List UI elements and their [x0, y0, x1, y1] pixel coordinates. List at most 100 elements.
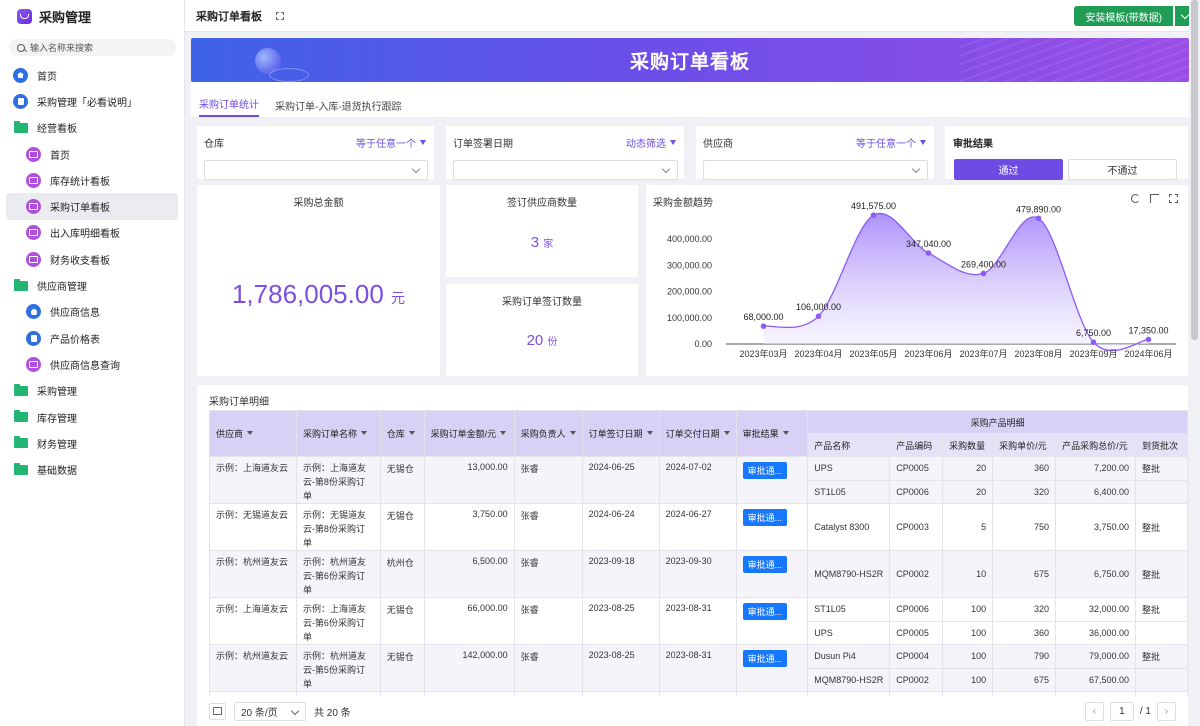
kpi-title: 采购订单签订数量 — [502, 297, 582, 308]
folder-icon — [14, 436, 28, 449]
col-header-approval[interactable]: 审批结果 — [735, 410, 809, 457]
total-count: 共 20 条 — [314, 707, 351, 719]
data-label: 6,750.00 — [1076, 328, 1111, 338]
sort-caret-icon — [247, 431, 254, 438]
expand-icon[interactable] — [276, 11, 284, 20]
sidebar-item-stock-flow-board[interactable]: 出入库明细看板 — [0, 220, 184, 246]
data-point — [925, 250, 932, 256]
sort-caret-icon — [723, 431, 730, 438]
col-header-deliver-date[interactable]: 订单交付日期 — [658, 410, 737, 457]
sidebar-folder-inventory[interactable]: 库存管理 — [0, 404, 184, 430]
approval-status-badge[interactable]: 审批通... — [742, 650, 788, 667]
col-header-order-name[interactable]: 采购订单名称 — [295, 410, 381, 457]
col-header-warehouse[interactable]: 仓库 — [379, 410, 425, 457]
col-header-total-price[interactable]: 产品采购总价/元 — [1055, 433, 1137, 457]
cell-total-price: 67,500.00 — [1055, 667, 1137, 692]
cell-batch — [1135, 479, 1188, 504]
cell-product-code: CP0005 — [889, 456, 944, 481]
sidebar-item-supplier-info[interactable]: 供应商信息 — [0, 299, 184, 325]
sort-caret-icon — [360, 431, 367, 438]
cell-supplier: 示例：上海道友云 — [209, 597, 297, 645]
sidebar-folder-finance[interactable]: 财务管理 — [0, 430, 184, 456]
col-header-product-name[interactable]: 产品名称 — [807, 433, 891, 457]
filter-operator-dropdown[interactable]: 动态筛选 — [626, 135, 676, 150]
filter-operator-dropdown[interactable]: 等于任意一个 — [856, 135, 926, 150]
data-point — [1035, 215, 1042, 222]
sidebar-item-supplier-query[interactable]: 供应商信息查询 — [0, 351, 184, 377]
sidebar-item-inventory-board[interactable]: 库存统计看板 — [0, 167, 184, 193]
app-brand[interactable]: 采购管理 — [0, 0, 184, 32]
col-header-batch[interactable]: 到货批次 — [1135, 433, 1188, 457]
cell-batch: 整批 — [1135, 550, 1188, 598]
prev-page-button[interactable]: ‹ — [1084, 701, 1104, 721]
sidebar-item-home[interactable]: 首页 — [0, 62, 184, 88]
col-header-quantity[interactable]: 采购数量 — [942, 433, 994, 457]
scroll-thumb[interactable] — [1191, 0, 1198, 340]
x-tick-label: 2023年06月 — [904, 348, 952, 359]
col-header-supplier[interactable]: 供应商 — [209, 410, 297, 457]
table-row[interactable]: 示例：上海道友云 示例：上海道友云-第6份采购订单 无锡仓 66,000.00 张睿 20… — [209, 597, 1188, 645]
table-row[interactable]: 示例：无锡道友云 示例：无锡道友云-第8份采购订单 无锡仓 3,750.00 张睿 202… — [209, 503, 1188, 551]
data-point — [1090, 339, 1097, 346]
approval-status-badge[interactable]: 审批通... — [742, 603, 788, 620]
x-tick-label: 2023年09月 — [1069, 348, 1117, 359]
data-label: 491,575.00 — [851, 201, 896, 211]
cell-product-name: MQM8790-HS2R — [807, 667, 891, 692]
cell-product-code: CP0006 — [889, 597, 944, 622]
sidebar-item-dashboard-home[interactable]: 首页 — [0, 141, 184, 167]
sidebar-item-price-list[interactable]: 产品价格表 — [0, 325, 184, 351]
filter-operator-dropdown[interactable]: 等于任意一个 — [356, 135, 426, 150]
approval-pass-button[interactable]: 通过 — [954, 159, 1063, 180]
sidebar-folder-purchase[interactable]: 采购管理 — [0, 378, 184, 404]
filter-label: 审批结果 — [953, 139, 993, 150]
approval-status-badge[interactable]: 审批通... — [742, 509, 788, 526]
table-row[interactable]: 示例：杭州道友云 示例：杭州道友云-第5份采购订单 无锡仓 142,000.00 张睿 2… — [209, 644, 1188, 692]
warehouse-select[interactable] — [204, 160, 428, 180]
sub-tabs: 采购订单统计 采购订单-入库-退货执行跟踪 — [191, 82, 1189, 118]
search-input[interactable]: 输入名称来搜索 — [9, 39, 176, 56]
folder-icon — [14, 120, 28, 133]
data-label: 479,890.00 — [1016, 204, 1061, 214]
cell-unit-price: 360 — [992, 456, 1057, 481]
col-header-amount[interactable]: 采购订单金额/元 — [423, 410, 515, 457]
next-page-button[interactable]: › — [1157, 701, 1176, 721]
app-title: 采购管理 — [39, 9, 92, 25]
page-size-select[interactable]: 20 条/页 — [234, 701, 306, 721]
table-row[interactable]: 示例：上海道友云 示例：上海道友云-第8份采购订单 无锡仓 13,000.00 张睿 20… — [209, 456, 1188, 504]
page-number-input[interactable]: 1 — [1109, 701, 1134, 721]
dashboard-icon — [26, 199, 41, 215]
col-header-product-code[interactable]: 产品编码 — [889, 433, 944, 457]
sort-caret-icon — [646, 431, 653, 438]
data-point — [1145, 336, 1152, 343]
col-header-sign-date[interactable]: 订单签订日期 — [581, 410, 660, 457]
install-template-button[interactable]: 安装模板(带数据) — [1074, 6, 1173, 26]
trend-chart: 0.00 100,000.00 200,000.00 300,000.00 400,00… — [667, 201, 1176, 359]
table-row[interactable]: 示例：杭州道友云 示例：杭州道友云-第6份采购订单 杭州仓 6,500.00 张睿 202… — [209, 550, 1188, 598]
sidebar-item-purchase-board[interactable]: 采购订单看板 — [6, 193, 178, 220]
tab-order-stats[interactable]: 采购订单统计 — [199, 96, 259, 117]
col-header-owner[interactable]: 采购负责人 — [513, 410, 583, 457]
cell-product-code: CP0002 — [889, 550, 944, 598]
kpi-value: 3 家 — [530, 234, 554, 251]
sidebar-item-finance-board[interactable]: 财务收支看板 — [0, 246, 184, 272]
cell-quantity: 100 — [942, 620, 994, 645]
sidebar-folder-basedata[interactable]: 基础数据 — [0, 456, 184, 482]
tab-order-tracking[interactable]: 采购订单-入库-退货执行跟踪 — [275, 98, 402, 117]
page-scrollbar[interactable] — [1189, 0, 1200, 688]
sort-caret-icon — [408, 431, 415, 438]
approval-status-badge[interactable]: 审批通... — [742, 462, 788, 479]
col-group-products: 采购产品明细 — [807, 410, 1188, 434]
sign-date-select[interactable] — [453, 160, 678, 180]
sidebar-folder-suppliers[interactable]: 供应商管理 — [0, 272, 184, 298]
cell-approval: 审批通... — [735, 644, 809, 692]
cell-quantity: 20 — [942, 479, 994, 504]
sidebar-item-guide[interactable]: 采购管理「必看说明」 — [0, 88, 184, 114]
col-header-unit-price[interactable]: 采购单价/元 — [992, 433, 1057, 457]
sidebar-folder-dashboards[interactable]: 经营看板 — [0, 115, 184, 141]
cell-product-name: Catalyst 8300 — [807, 503, 891, 551]
supplier-select[interactable] — [703, 160, 928, 180]
filter-label: 订单签署日期 — [453, 139, 513, 150]
approval-fail-button[interactable]: 不通过 — [1068, 159, 1177, 180]
column-settings-icon[interactable] — [209, 702, 226, 720]
approval-status-badge[interactable]: 审批通... — [742, 556, 788, 573]
